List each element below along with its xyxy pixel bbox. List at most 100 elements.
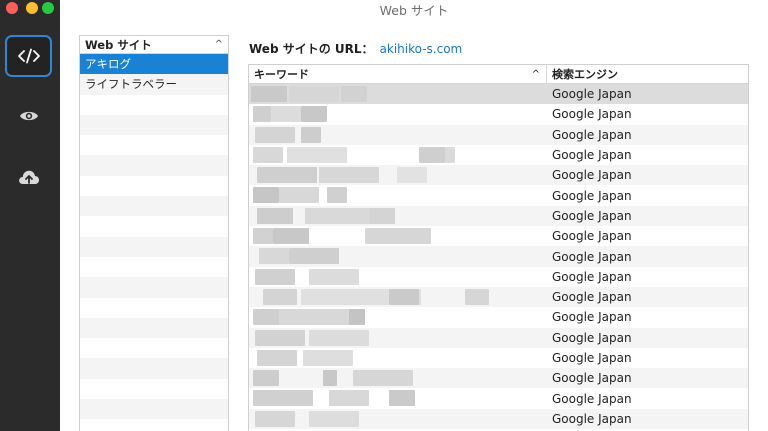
website-list-empty-row (80, 95, 228, 115)
redaction-mosaic (255, 126, 295, 143)
search-engine-cell: Google Japan (552, 127, 632, 142)
website-list-empty-row (80, 114, 228, 136)
search-engine-cell: Google Japan (552, 107, 632, 122)
redaction-mosaic (287, 146, 347, 163)
column-header-search-engine[interactable]: 検索エンジン (547, 65, 618, 83)
column-header-search-engine-label: 検索エンジン (552, 68, 618, 81)
table-row[interactable]: Google Japan (249, 286, 748, 308)
eye-icon (19, 109, 39, 123)
table-row[interactable]: Google Japan (249, 267, 748, 287)
redaction-mosaic (365, 228, 431, 245)
table-row[interactable]: Google Japan (249, 307, 748, 327)
website-list-item-label: アキログ (85, 57, 131, 72)
search-engine-cell: Google Japan (552, 188, 632, 203)
table-row[interactable]: Google Japan (249, 246, 748, 267)
table-row[interactable]: Google Japan (249, 185, 748, 205)
website-list-empty-row (80, 379, 228, 399)
table-row[interactable]: Google Japan (249, 348, 748, 368)
redaction-mosaic (309, 268, 359, 285)
search-engine-cell: Google Japan (552, 351, 632, 365)
keyword-cell-redacted (249, 348, 547, 368)
table-row[interactable]: Google Japan (249, 408, 748, 430)
redaction-mosaic (255, 329, 305, 346)
minimize-window-button[interactable] (26, 2, 38, 14)
table-row[interactable]: Google Japan (249, 388, 748, 408)
redaction-mosaic (289, 86, 339, 102)
website-list-empty-row (80, 419, 228, 431)
website-list-header[interactable]: Web サイト ^ (80, 36, 228, 54)
redaction-mosaic (253, 370, 279, 387)
keyword-table-header: キーワード ^ 検索エンジン (249, 65, 748, 84)
redaction-mosaic (303, 349, 353, 366)
redaction-mosaic (255, 268, 295, 285)
sidebar-item-upload[interactable] (5, 156, 52, 198)
keyword-cell-redacted (249, 185, 547, 205)
website-list-empty-row (80, 358, 228, 379)
close-window-button[interactable] (6, 2, 18, 14)
keyword-cell-redacted (249, 104, 547, 124)
website-list: Web サイト ^ アキログライフトラベラー (79, 35, 229, 431)
website-list-item[interactable]: アキログ (80, 54, 228, 75)
search-engine-cell: Google Japan (552, 87, 632, 102)
redaction-mosaic (289, 248, 339, 265)
keyword-cell-redacted (249, 165, 547, 185)
window-title: Web サイト (379, 3, 449, 18)
keyword-cell-redacted (249, 226, 547, 246)
keyword-cell-redacted (249, 84, 547, 104)
redaction-mosaic (323, 370, 337, 387)
table-row[interactable]: Google Japan (249, 84, 748, 105)
website-list-item[interactable]: ライフトラベラー (80, 74, 228, 95)
redaction-mosaic (349, 309, 365, 326)
search-engine-cell: Google Japan (552, 290, 632, 305)
redaction-mosaic (253, 187, 279, 204)
cloud-upload-icon (18, 169, 40, 185)
redaction-mosaic (263, 288, 297, 305)
website-list-empty-row (80, 216, 228, 236)
website-url-link[interactable]: akihiko-s.com (380, 42, 463, 56)
redaction-mosaic (319, 167, 379, 184)
table-row[interactable]: Google Japan (249, 205, 748, 227)
table-row[interactable]: Google Japan (249, 124, 748, 145)
website-list-empty-row (80, 317, 228, 339)
search-engine-cell: Google Japan (552, 330, 632, 345)
column-header-keyword[interactable]: キーワード ^ (249, 65, 547, 83)
sidebar-item-keywords[interactable] (5, 35, 52, 77)
table-row[interactable]: Google Japan (249, 368, 748, 389)
redaction-mosaic (369, 207, 395, 224)
sort-ascending-icon: ^ (531, 68, 540, 80)
keyword-cell-redacted (249, 328, 547, 348)
redaction-mosaic (259, 248, 289, 265)
redaction-mosaic (253, 228, 273, 245)
table-row[interactable]: Google Japan (249, 226, 748, 246)
redaction-mosaic (271, 106, 301, 123)
search-engine-cell: Google Japan (552, 208, 632, 223)
keyword-cell-redacted (249, 125, 547, 145)
website-url-line: Web サイトの URL： akihiko-s.com (249, 40, 462, 57)
keyword-table: キーワード ^ 検索エンジン Google Japan Google Japan G… (248, 64, 749, 431)
sidebar-item-view[interactable] (5, 95, 52, 137)
redaction-mosaic (329, 390, 369, 407)
website-list-empty-row (80, 277, 228, 298)
table-row[interactable]: Google Japan (249, 145, 748, 165)
search-engine-cell: Google Japan (552, 168, 632, 183)
website-list-empty-row (80, 135, 228, 155)
website-list-empty-row (80, 155, 228, 176)
redaction-mosaic (273, 228, 309, 245)
code-icon (17, 48, 40, 64)
redaction-mosaic (253, 146, 283, 163)
table-row[interactable]: Google Japan (249, 104, 748, 124)
zoom-window-button[interactable] (42, 2, 54, 14)
website-list-empty-row (80, 196, 228, 217)
redaction-mosaic (309, 410, 359, 427)
search-engine-cell: Google Japan (552, 310, 632, 325)
table-row[interactable]: Google Japan (249, 165, 748, 186)
redaction-mosaic (301, 106, 327, 123)
redaction-mosaic (279, 187, 319, 204)
sidebar (0, 0, 60, 431)
table-row[interactable]: Google Japan (249, 327, 748, 348)
redaction-mosaic (309, 329, 369, 346)
website-list-empty-row (80, 257, 228, 277)
redaction-mosaic (305, 207, 375, 224)
website-list-empty-row (80, 236, 228, 257)
redaction-mosaic (389, 288, 419, 305)
